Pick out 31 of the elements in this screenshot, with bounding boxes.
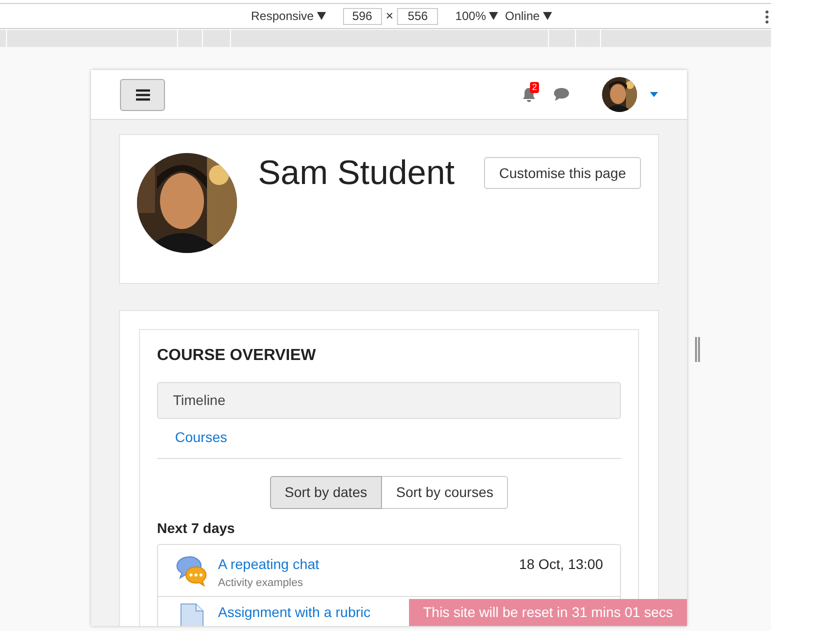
- dropdown-caret-icon: [316, 12, 326, 20]
- profile-name: Sam Student: [258, 153, 455, 193]
- network-selector[interactable]: Online: [505, 7, 540, 25]
- chat-bubbles-icon: [175, 555, 208, 587]
- dropdown-caret-icon: [489, 12, 498, 20]
- menu-icon: [136, 88, 150, 100]
- customise-page-button[interactable]: Customise this page: [484, 157, 641, 189]
- width-field[interactable]: 596: [342, 8, 382, 24]
- chat-bubble-icon[interactable]: [553, 87, 570, 102]
- event-link[interactable]: Assignment with a rubric: [218, 602, 371, 622]
- height-field[interactable]: 556: [397, 8, 438, 24]
- block-title: COURSE OVERVIEW: [157, 346, 317, 366]
- document-icon: [179, 603, 205, 626]
- dropdown-caret-icon[interactable]: [650, 92, 658, 97]
- sort-button[interactable]: Sort by dates: [270, 476, 382, 509]
- device-selector[interactable]: Responsive: [251, 7, 314, 25]
- resize-handle-icon[interactable]: [695, 337, 700, 362]
- sort-button[interactable]: Sort by courses: [382, 476, 508, 509]
- tab[interactable]: Timeline: [157, 382, 621, 419]
- notification-count: 2: [530, 82, 540, 92]
- site-reset-banner: This site will be reset in 31 mins 01 secs: [409, 599, 687, 626]
- times-sign: ×: [386, 7, 394, 26]
- zoom-selector[interactable]: 100%: [455, 7, 486, 25]
- menu-button[interactable]: [120, 78, 165, 110]
- more-options-icon[interactable]: [765, 10, 769, 24]
- section-heading: Next 7 days: [157, 519, 236, 538]
- dropdown-caret-icon: [542, 12, 552, 20]
- tab[interactable]: Courses: [157, 421, 621, 453]
- course-name: Activity examples: [218, 576, 303, 591]
- event-link[interactable]: A repeating chat: [218, 554, 320, 574]
- event-date: 18 Oct, 13:00: [518, 555, 603, 574]
